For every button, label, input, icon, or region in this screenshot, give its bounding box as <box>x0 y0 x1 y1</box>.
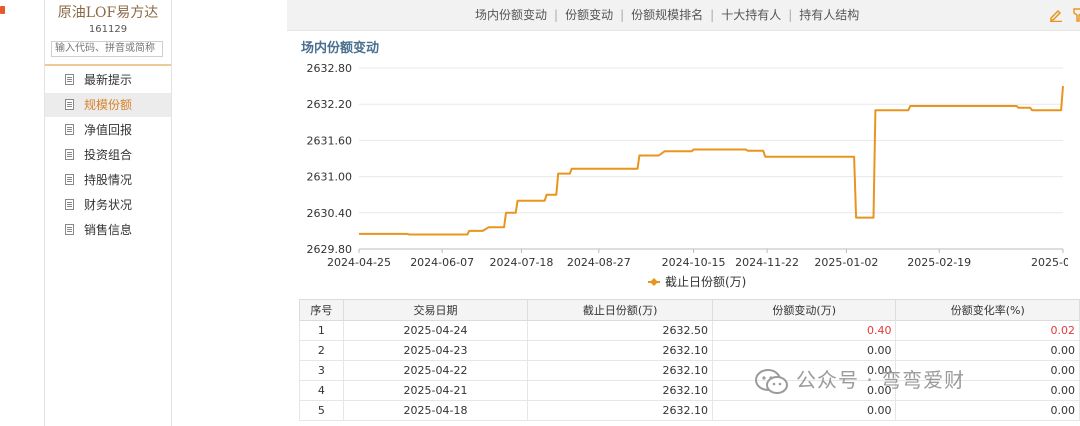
search-input[interactable] <box>51 41 163 57</box>
cell-share: 2632.50 <box>527 320 713 341</box>
table-row: 1 2025-04-24 2632.50 0.40 0.02 <box>299 320 1080 341</box>
cell-date: 2025-04-24 <box>342 320 529 341</box>
left-strip <box>0 0 6 426</box>
edit-icon[interactable] <box>1049 8 1063 22</box>
sidebar-item-nav-return[interactable]: 净值回报 <box>45 118 171 142</box>
cell-index: 3 <box>299 360 344 381</box>
table-header-row: 序号 交易日期 截止日份额(万) 份额变动(万) 份额变化率(%) <box>299 299 1080 321</box>
sidebar-divider <box>45 64 171 66</box>
sidebar-item-portfolio[interactable]: 投资组合 <box>45 143 171 167</box>
cell-share: 2632.10 <box>527 380 713 401</box>
table-row: 5 2025-04-18 2632.10 0.00 0.00 <box>299 400 1080 421</box>
tab-top-holders[interactable]: 十大持有人 <box>721 8 781 22</box>
cell-share: 2632.10 <box>527 400 713 421</box>
top-tab-bar: 场内份额变动 | 份额变动 | 份额规模排名 | 十大持有人 | 持有人结构 <box>287 0 1080 31</box>
document-icon <box>65 124 74 135</box>
tab-separator: | <box>788 8 793 22</box>
x-tick-label: 2024-07-18 <box>489 256 553 269</box>
y-tick-label: 2631.60 <box>307 134 353 147</box>
legend-label: 截止日份额(万) <box>665 275 746 289</box>
y-tick-label: 2632.80 <box>307 62 353 75</box>
document-icon <box>65 174 74 185</box>
wechat-icon <box>755 368 788 394</box>
x-tick-label: 2024-10-15 <box>662 256 726 269</box>
cell-date: 2025-04-21 <box>342 380 529 401</box>
sidebar-item-label: 持股情况 <box>84 173 133 187</box>
cell-index: 2 <box>299 340 344 361</box>
col-header-date[interactable]: 交易日期 <box>342 299 529 321</box>
share-table: 序号 交易日期 截止日份额(万) 份额变动(万) 份额变化率(%) 1 2025… <box>299 299 1080 421</box>
cell-share: 2632.10 <box>527 360 713 381</box>
cell-index: 5 <box>299 400 344 421</box>
document-icon <box>65 149 74 160</box>
document-icon <box>65 74 74 85</box>
sidebar-item-label: 净值回报 <box>84 123 133 137</box>
tab-share-ranking[interactable]: 份额规模排名 <box>631 8 703 22</box>
cell-share: 2632.10 <box>527 340 713 361</box>
fund-name: 原油LOF易方达 <box>57 5 159 21</box>
col-header-index[interactable]: 序号 <box>299 299 344 321</box>
tool-icon[interactable] <box>1072 7 1080 23</box>
cell-rate: 0.02 <box>895 320 1080 341</box>
cell-index: 4 <box>299 380 344 401</box>
tab-share-change[interactable]: 份额变动 <box>565 8 613 22</box>
watermark-text: 公众号 · 弯弯爱财 <box>796 368 966 392</box>
cell-index: 1 <box>299 320 344 341</box>
sidebar-item-label: 财务状况 <box>84 198 133 212</box>
sidebar-item-sales[interactable]: 销售信息 <box>45 218 171 242</box>
col-header-change[interactable]: 份额变动(万) <box>711 299 897 321</box>
x-tick-label: 2025-04-24 <box>1031 256 1068 269</box>
tab-separator: | <box>620 8 625 22</box>
cell-change: 0.00 <box>711 340 897 361</box>
sidebar-item-latest[interactable]: 最新提示 <box>45 68 171 92</box>
sidebar: 原油LOF易方达 161129 最新提示 规模份额 净值回报 投资组合 持股情况… <box>44 0 172 426</box>
cell-change: 0.40 <box>711 320 897 341</box>
legend-marker <box>650 278 658 286</box>
series-line <box>359 86 1064 236</box>
tab-separator: | <box>554 8 559 22</box>
document-icon <box>65 199 74 210</box>
sidebar-item-holdings[interactable]: 持股情况 <box>45 168 171 192</box>
x-tick-label: 2025-02-19 <box>907 256 971 269</box>
sidebar-item-financials[interactable]: 财务状况 <box>45 193 171 217</box>
sidebar-item-label: 规模份额 <box>84 98 133 112</box>
cell-change: 0.00 <box>711 400 897 421</box>
share-line-chart: 2632.80 2632.20 2631.60 2631.00 2630.40 2629.… <box>307 62 1069 289</box>
fund-code: 161129 <box>88 24 128 35</box>
cell-date: 2025-04-18 <box>342 400 529 421</box>
cell-date: 2025-04-22 <box>342 360 529 381</box>
tab-separator: | <box>710 8 715 22</box>
section-title: 场内份额变动 <box>301 41 380 56</box>
y-tick-label: 2630.40 <box>307 207 353 220</box>
tab-exchange-share-change[interactable]: 场内份额变动 <box>475 8 547 22</box>
watermark: 公众号 · 弯弯爱财 <box>754 364 965 396</box>
document-icon <box>65 224 74 235</box>
sidebar-item-scale[interactable]: 规模份额 <box>45 93 171 117</box>
cell-date: 2025-04-23 <box>342 340 529 361</box>
tab-list: 场内份额变动 | 份额变动 | 份额规模排名 | 十大持有人 | 持有人结构 <box>475 0 859 30</box>
marker-dot <box>0 6 5 14</box>
y-tick-label: 2631.00 <box>307 171 353 184</box>
col-header-rate[interactable]: 份额变化率(%) <box>895 299 1080 321</box>
document-icon <box>65 99 74 110</box>
x-tick-label: 2024-08-27 <box>567 256 631 269</box>
sidebar-menu: 最新提示 规模份额 净值回报 投资组合 持股情况 财务状况 销售信息 <box>45 68 171 243</box>
y-tick-label: 2629.80 <box>307 243 353 256</box>
y-tick-label: 2632.20 <box>307 98 353 111</box>
x-tick-label: 2024-06-07 <box>410 256 474 269</box>
share-table-wrap: 序号 交易日期 截止日份额(万) 份额变动(万) 份额变化率(%) 1 2025… <box>299 299 1080 421</box>
tab-holder-structure[interactable]: 持有人结构 <box>799 8 859 22</box>
table-row: 2 2025-04-23 2632.10 0.00 0.00 <box>299 340 1080 361</box>
x-tick-label: 2024-11-22 <box>735 256 799 269</box>
cell-rate: 0.00 <box>895 340 1080 361</box>
sidebar-item-label: 投资组合 <box>84 148 133 162</box>
x-tick-label: 2025-01-02 <box>814 256 878 269</box>
sidebar-item-label: 最新提示 <box>84 73 133 87</box>
cell-rate: 0.00 <box>895 400 1080 421</box>
sidebar-item-label: 销售信息 <box>84 223 133 237</box>
x-tick-label: 2024-04-25 <box>327 256 391 269</box>
col-header-share[interactable]: 截止日份额(万) <box>527 299 713 321</box>
